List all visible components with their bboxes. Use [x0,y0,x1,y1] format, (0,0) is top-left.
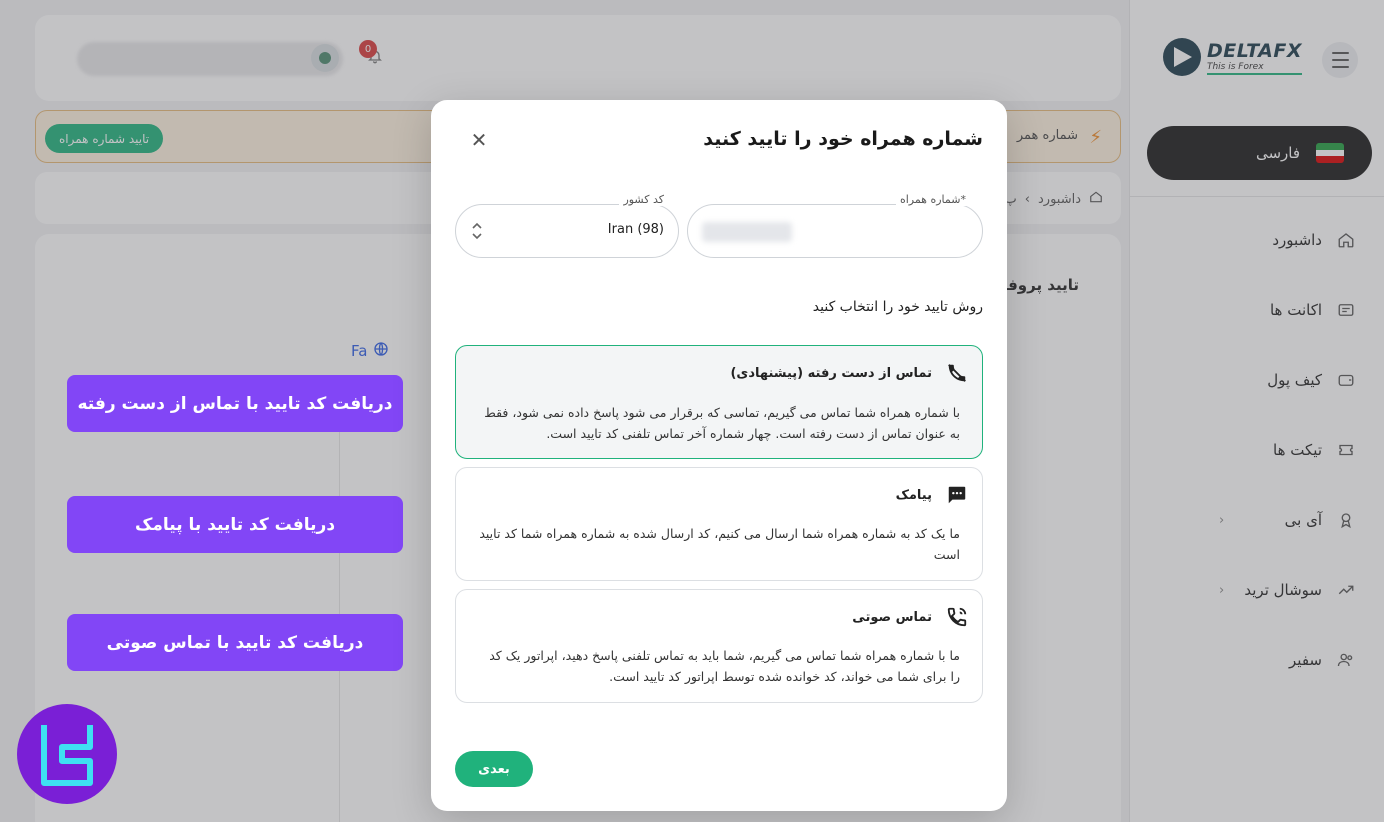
phone-number-value [702,222,792,242]
phone-label: *شماره همراه [895,193,970,206]
phone-number-field[interactable]: *شماره همراه [687,193,983,258]
watermark-logo-icon [17,704,117,804]
option-missed-call[interactable]: تماس از دست رفته (پیشنهادی) با شماره همر… [455,345,983,459]
modal-title: شماره همراه خود را تایید کنید [703,128,983,150]
select-arrows-icon [470,220,484,242]
country-code-select[interactable]: کد کشور Iran (98) [455,193,679,258]
close-icon[interactable]: ✕ [469,128,489,152]
next-button[interactable]: بعدی [455,751,533,787]
option-description: با شماره همراه شما تماس می گیریم، تماسی … [484,405,960,441]
missed-call-icon [946,362,968,384]
option-description: ما با شماره همراه شما تماس می گیریم، شما… [489,648,960,684]
verify-phone-modal: شماره همراه خود را تایید کنید ✕ *شماره ه… [431,100,1007,811]
option-title: پیامک [895,487,932,503]
option-title: تماس صوتی [852,609,932,625]
option-title: تماس از دست رفته (پیشنهادی) [730,365,932,381]
option-description: ما یک کد به شماره همراه شما ارسال می کنی… [479,526,960,562]
option-sms[interactable]: پیامک ما یک کد به شماره همراه شما ارسال … [455,467,983,581]
country-code-value: Iran (98) [607,222,664,237]
method-section-title: روش تایید خود را انتخاب کنید [812,299,983,315]
callout-sms: دریافت کد تایید با پیامک [67,496,403,553]
voice-call-icon [946,606,968,628]
sms-icon [946,484,968,506]
country-label: کد کشور [619,193,668,206]
option-voice-call[interactable]: تماس صوتی ما با شماره همراه شما تماس می … [455,589,983,703]
callout-voice-call: دریافت کد تایید با تماس صوتی [67,614,403,671]
callout-missed-call: دریافت کد تایید با تماس از دست رفته [67,375,403,432]
